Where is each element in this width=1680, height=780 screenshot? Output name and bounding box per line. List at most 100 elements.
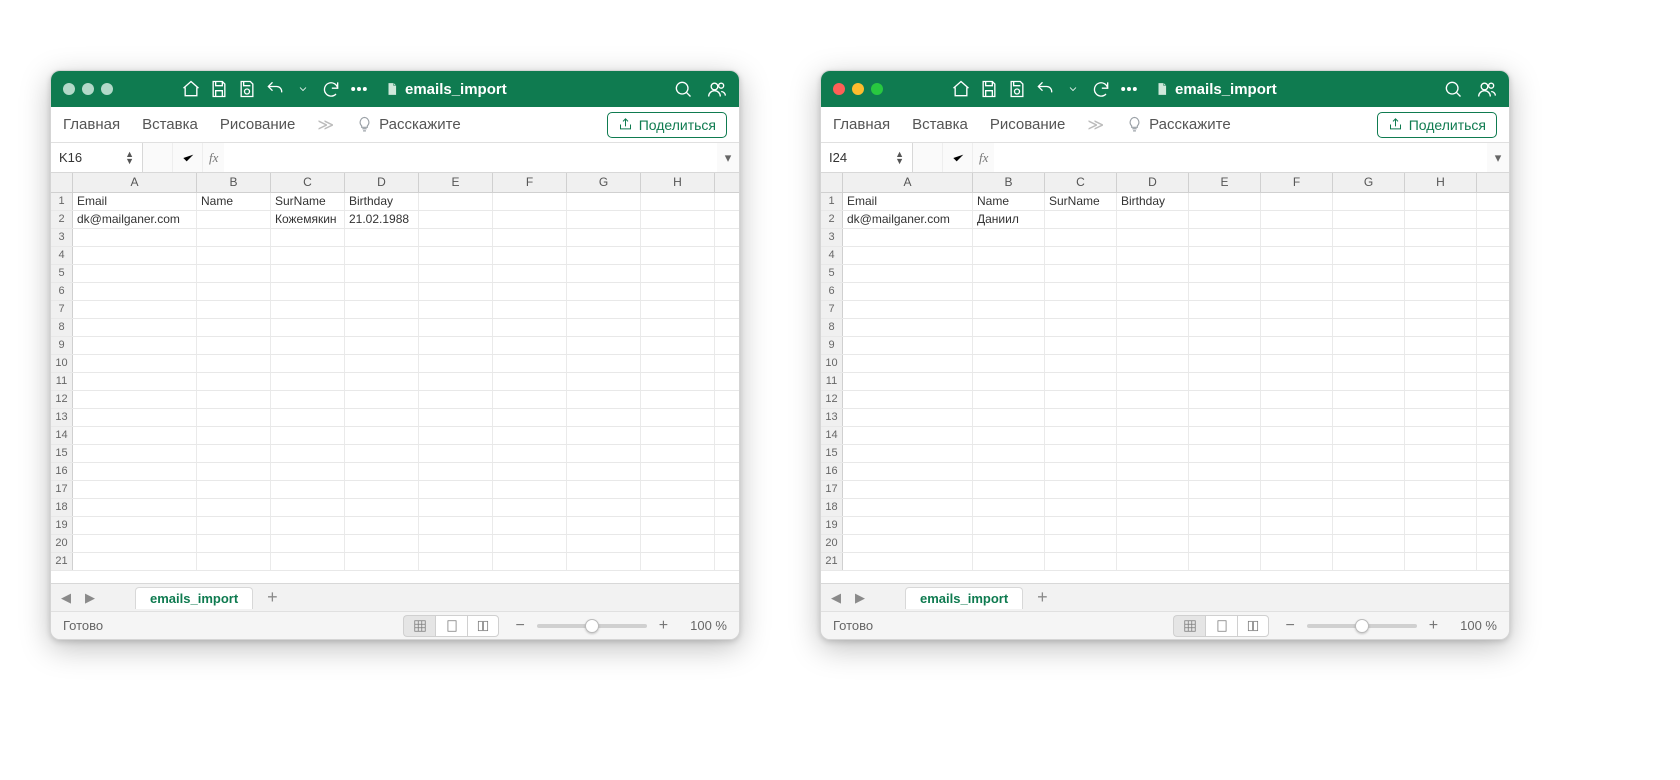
window-controls[interactable]	[833, 83, 883, 95]
zoom-slider[interactable]	[537, 624, 647, 628]
row-header[interactable]: 12	[821, 391, 843, 408]
cell[interactable]	[973, 535, 1045, 552]
cell[interactable]	[1117, 535, 1189, 552]
search-icon[interactable]	[673, 79, 693, 99]
cell[interactable]	[1045, 427, 1117, 444]
cell[interactable]	[419, 499, 493, 516]
cell[interactable]	[843, 427, 973, 444]
column-header[interactable]: C	[271, 173, 345, 192]
cell[interactable]	[271, 553, 345, 570]
row-header[interactable]: 2	[51, 211, 73, 228]
cell[interactable]	[567, 499, 641, 516]
cell[interactable]	[1189, 535, 1261, 552]
cancel-icon[interactable]	[143, 143, 173, 172]
cell[interactable]	[271, 409, 345, 426]
cell[interactable]	[419, 211, 493, 228]
cell[interactable]	[345, 553, 419, 570]
cell[interactable]	[493, 283, 567, 300]
cell[interactable]	[1189, 499, 1261, 516]
cell[interactable]	[1117, 517, 1189, 534]
cell[interactable]	[1333, 337, 1405, 354]
cell[interactable]	[197, 301, 271, 318]
cell[interactable]	[973, 409, 1045, 426]
column-header[interactable]: H	[641, 173, 715, 192]
cell[interactable]: dk@mailganer.com	[73, 211, 197, 228]
cell[interactable]	[1045, 355, 1117, 372]
cell[interactable]	[567, 535, 641, 552]
cell[interactable]	[567, 337, 641, 354]
zoom-in-button[interactable]: +	[655, 617, 672, 635]
cell[interactable]	[1045, 211, 1117, 228]
sheet-tab[interactable]: emails_import	[905, 587, 1023, 609]
cell[interactable]	[641, 481, 715, 498]
cell[interactable]	[843, 319, 973, 336]
search-icon[interactable]	[1443, 79, 1463, 99]
cell[interactable]	[1333, 517, 1405, 534]
cell[interactable]	[419, 265, 493, 282]
cell[interactable]	[419, 283, 493, 300]
zoom-slider[interactable]	[1307, 624, 1417, 628]
cell[interactable]	[1045, 535, 1117, 552]
cell[interactable]	[493, 265, 567, 282]
column-header[interactable]: H	[1405, 173, 1477, 192]
cell[interactable]	[973, 553, 1045, 570]
cell[interactable]	[567, 427, 641, 444]
cell[interactable]	[1405, 391, 1477, 408]
save-icon[interactable]	[979, 79, 999, 99]
cell[interactable]	[73, 265, 197, 282]
cell[interactable]	[1045, 283, 1117, 300]
cell[interactable]	[345, 409, 419, 426]
autosave-icon[interactable]	[1007, 79, 1027, 99]
cell[interactable]	[1045, 517, 1117, 534]
cell[interactable]	[1045, 553, 1117, 570]
cell[interactable]	[493, 463, 567, 480]
cell[interactable]	[419, 373, 493, 390]
cell[interactable]	[1261, 193, 1333, 210]
cell[interactable]	[419, 463, 493, 480]
cell[interactable]	[345, 391, 419, 408]
cell[interactable]: Кожемякин	[271, 211, 345, 228]
zoom-level[interactable]: 100 %	[690, 618, 727, 633]
row-header[interactable]: 6	[821, 283, 843, 300]
cell[interactable]	[73, 319, 197, 336]
cell[interactable]	[197, 463, 271, 480]
cell[interactable]	[1189, 481, 1261, 498]
cell[interactable]	[843, 553, 973, 570]
cell[interactable]	[419, 319, 493, 336]
cell[interactable]	[973, 355, 1045, 372]
cell[interactable]	[271, 265, 345, 282]
cell[interactable]: Birthday	[345, 193, 419, 210]
cell[interactable]	[641, 265, 715, 282]
cell[interactable]	[493, 355, 567, 372]
cell[interactable]	[1261, 211, 1333, 228]
cell[interactable]	[493, 499, 567, 516]
formula-expand-icon[interactable]: ▾	[717, 143, 739, 172]
row-header[interactable]: 1	[51, 193, 73, 210]
cell[interactable]	[1261, 247, 1333, 264]
cell[interactable]	[271, 481, 345, 498]
cell[interactable]	[197, 499, 271, 516]
cell[interactable]: Name	[197, 193, 271, 210]
cell[interactable]	[73, 301, 197, 318]
formula-input[interactable]	[224, 143, 717, 172]
cell[interactable]	[1117, 391, 1189, 408]
cell[interactable]	[73, 445, 197, 462]
cell[interactable]	[1261, 517, 1333, 534]
cell[interactable]	[843, 283, 973, 300]
cell[interactable]	[973, 499, 1045, 516]
cell[interactable]	[419, 391, 493, 408]
name-box[interactable]: K16▲▼	[51, 143, 143, 172]
cell[interactable]	[1405, 193, 1477, 210]
cell[interactable]	[493, 319, 567, 336]
cancel-icon[interactable]	[913, 143, 943, 172]
cell[interactable]	[271, 463, 345, 480]
cell[interactable]	[493, 193, 567, 210]
cell[interactable]	[493, 247, 567, 264]
cell[interactable]	[1189, 355, 1261, 372]
cell[interactable]	[1045, 481, 1117, 498]
cell[interactable]	[843, 229, 973, 246]
cell[interactable]	[419, 535, 493, 552]
cell[interactable]	[271, 355, 345, 372]
tell-me[interactable]: Расскажите	[1126, 116, 1231, 133]
cell[interactable]	[1333, 445, 1405, 462]
